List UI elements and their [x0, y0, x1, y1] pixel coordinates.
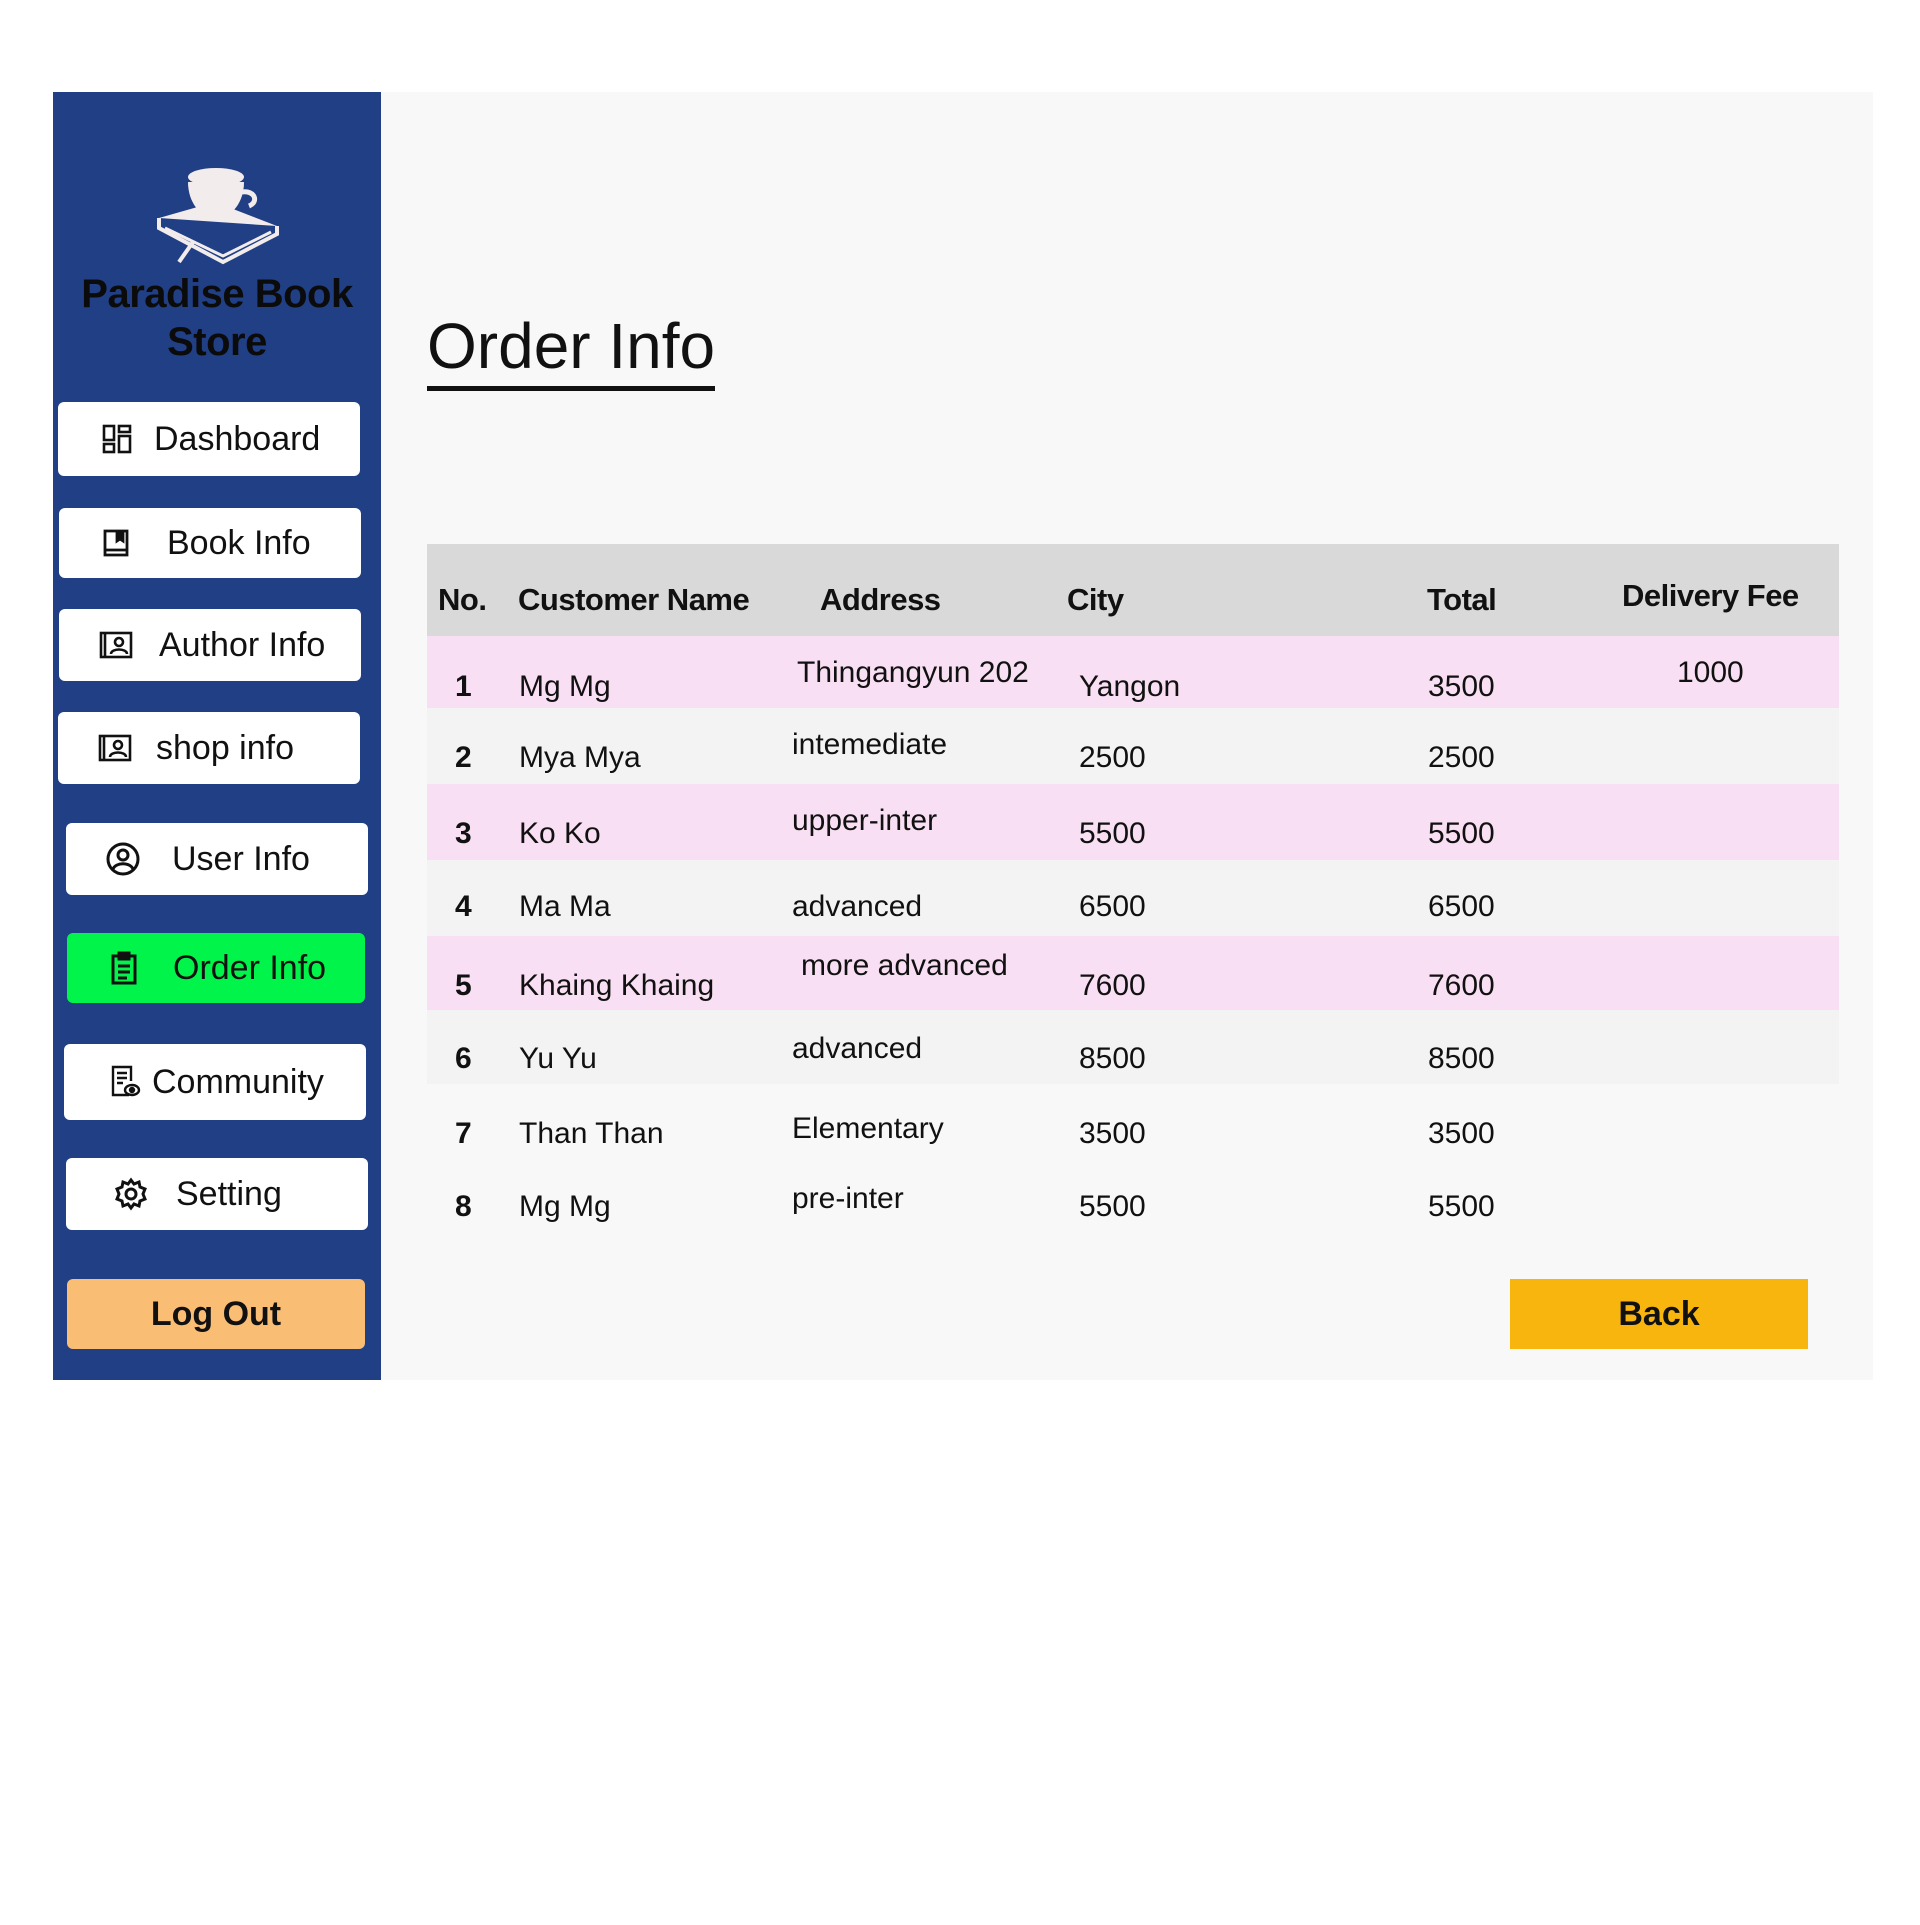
total: 3500	[1428, 670, 1495, 703]
city: 8500	[1079, 1042, 1146, 1075]
customer-name: Mya Mya	[519, 741, 641, 774]
table-row[interactable]: 8 Mg Mg pre-inter 5500 5500	[427, 1160, 1839, 1234]
column-header-customer-name: Customer Name	[518, 582, 750, 617]
clipboard-icon	[105, 949, 143, 987]
sidebar-item-order-info[interactable]: Order Info	[67, 933, 365, 1003]
sidebar-item-setting[interactable]: Setting	[66, 1158, 368, 1230]
column-header-address: Address	[820, 582, 941, 617]
sidebar-item-label: Book Info	[167, 523, 311, 562]
column-header-no: No.	[438, 582, 487, 617]
back-button[interactable]: Back	[1510, 1279, 1808, 1349]
city: 7600	[1079, 969, 1146, 1002]
book-icon	[97, 524, 135, 562]
customer-name: Than Than	[519, 1117, 664, 1150]
table-row[interactable]: 1 Mg Mg Thingangyun 202 Yangon 3500 1000	[427, 636, 1839, 708]
address: advanced	[792, 890, 923, 923]
sidebar-item-dashboard[interactable]: Dashboard	[58, 402, 360, 476]
column-header-city: City	[1067, 582, 1124, 617]
id-card-icon	[97, 626, 135, 664]
total: 8500	[1428, 1042, 1495, 1075]
sidebar-item-label: Author Info	[159, 625, 326, 664]
row-number: 6	[455, 1042, 472, 1075]
address: advanced	[792, 1032, 923, 1065]
page-title: Order Info	[427, 306, 716, 391]
total: 7600	[1428, 969, 1495, 1002]
customer-name: Mg Mg	[519, 1190, 611, 1223]
sidebar-item-label: User Info	[172, 839, 310, 878]
address: Elementary	[792, 1112, 944, 1145]
sidebar-item-label: Order Info	[173, 948, 327, 987]
gear-icon	[112, 1175, 150, 1213]
sidebar-item-label: shop info	[156, 728, 294, 767]
table-row[interactable]: 4 Ma Ma advanced 6500 6500	[427, 860, 1839, 936]
table-row[interactable]: 6 Yu Yu advanced 8500 8500	[427, 1010, 1839, 1084]
sidebar: Paradise Book Store Dashboard Book Info	[53, 92, 381, 1380]
city: 3500	[1079, 1117, 1146, 1150]
customer-name: Khaing Khaing	[519, 969, 715, 1002]
table-row[interactable]: 2 Mya Mya intemediate 2500 2500	[427, 708, 1839, 784]
sidebar-item-community[interactable]: Community	[64, 1044, 366, 1120]
customer-name: Yu Yu	[519, 1042, 597, 1075]
row-number: 7	[455, 1117, 472, 1150]
customer-name: Mg Mg	[519, 670, 611, 703]
row-number: 1	[455, 670, 472, 703]
brand-name: Paradise Book Store	[81, 272, 353, 364]
address: upper-inter	[792, 804, 938, 837]
dashboard-icon	[98, 420, 136, 458]
city: Yangon	[1079, 670, 1181, 703]
sidebar-item-label: Community	[152, 1062, 324, 1101]
delivery-fee: 1000	[1677, 656, 1744, 689]
row-number: 3	[455, 817, 472, 850]
city: 5500	[1079, 1190, 1146, 1223]
sidebar-item-shop-info[interactable]: shop info	[58, 712, 360, 784]
city: 5500	[1079, 817, 1146, 850]
row-number: 4	[455, 890, 472, 923]
row-number: 2	[455, 741, 472, 774]
total: 2500	[1428, 741, 1495, 774]
city: 2500	[1079, 741, 1146, 774]
book-with-cup-icon	[157, 168, 279, 265]
city: 6500	[1079, 890, 1146, 923]
address: Thingangyun 202	[797, 656, 1029, 689]
total: 3500	[1428, 1117, 1495, 1150]
sidebar-item-label: Dashboard	[154, 419, 321, 458]
column-header-total: Total	[1427, 582, 1497, 617]
address: intemediate	[792, 728, 948, 761]
row-number: 5	[455, 969, 472, 1002]
user-circle-icon	[104, 840, 142, 878]
table-header: No. Customer Name Address City Total Del…	[427, 544, 1839, 636]
column-header-delivery-fee: Delivery Fee	[1622, 578, 1799, 613]
customer-name: Ma Ma	[519, 890, 611, 923]
customer-name: Ko Ko	[519, 817, 601, 850]
total: 5500	[1428, 1190, 1495, 1223]
row-number: 8	[455, 1190, 472, 1223]
table-row[interactable]: 5 Khaing Khaing more advanced 7600 7600	[427, 936, 1839, 1010]
total: 6500	[1428, 890, 1495, 923]
sidebar-item-author-info[interactable]: Author Info	[59, 609, 361, 681]
total: 5500	[1428, 817, 1495, 850]
sidebar-item-user-info[interactable]: User Info	[66, 823, 368, 895]
logout-button[interactable]: Log Out	[67, 1279, 365, 1349]
sidebar-item-label: Setting	[176, 1174, 282, 1213]
address: more advanced	[801, 949, 1008, 982]
table-row[interactable]: 3 Ko Ko upper-inter 5500 5500	[427, 784, 1839, 860]
app-window: Paradise Book Store Dashboard Book Info	[53, 92, 1873, 1380]
document-eye-icon	[106, 1063, 144, 1101]
id-card-icon	[96, 729, 134, 767]
table-row[interactable]: 7 Than Than Elementary 3500 3500	[427, 1084, 1839, 1160]
sidebar-item-book-info[interactable]: Book Info	[59, 508, 361, 578]
address: pre-inter	[792, 1182, 904, 1215]
